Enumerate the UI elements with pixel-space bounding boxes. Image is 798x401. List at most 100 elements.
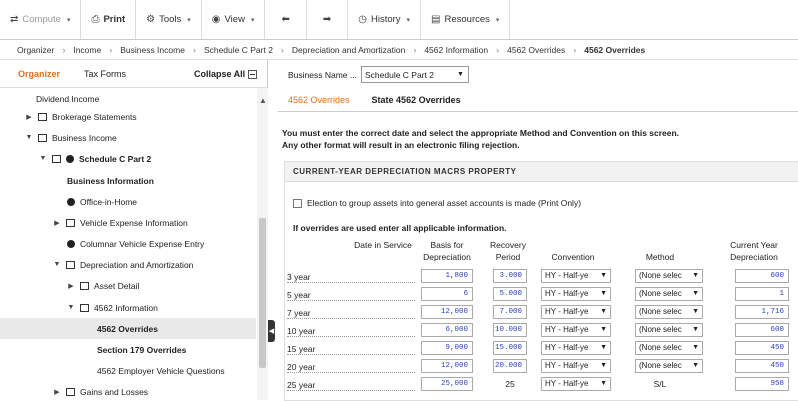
breadcrumb-current: 4562 Overrides <box>584 44 646 55</box>
toolbar: ⇄ Compute ▾ ⎙ Print ⚙ Tools ▾ ◉ View ▾ ⬅ ➡ ◷ His… <box>0 0 798 40</box>
breadcrumb-item[interactable]: Depreciation and Amortization <box>292 45 405 55</box>
basis-input[interactable]: 1,800 <box>421 269 473 283</box>
collapse-all-button[interactable]: Collapse All <box>194 69 258 79</box>
tree-item-4562-overrides[interactable]: 4562 Overrides <box>0 318 256 339</box>
tree-item-vehicle-expense-information[interactable]: ▶ Vehicle Expense Information <box>0 212 256 233</box>
method-select[interactable]: (None selec ▼ <box>635 323 703 337</box>
collapse-sidebar-handle[interactable]: ◀ <box>268 320 275 342</box>
current-depreciation-input[interactable]: 958 <box>735 377 789 391</box>
recovery-input[interactable]: 15.000 <box>493 341 527 355</box>
breadcrumb-item[interactable]: 4562 Overrides <box>507 45 565 55</box>
recovery-input[interactable]: 10.000 <box>493 323 527 337</box>
chevron-right-icon: › <box>109 44 113 55</box>
convention-select[interactable]: HY - Half-ye ▼ <box>541 359 611 373</box>
chevron-down-icon: ▼ <box>600 344 607 351</box>
tree-item-section-179-overrides[interactable]: Section 179 Overrides <box>0 339 256 360</box>
back-button[interactable]: ⬅ <box>265 0 307 39</box>
method-select[interactable]: (None selec ▼ <box>635 359 703 373</box>
chevron-down-icon: ▾ <box>250 16 255 24</box>
convention-select[interactable]: HY - Half-ye ▼ <box>541 377 611 391</box>
view-button[interactable]: ◉ View ▾ <box>202 0 266 39</box>
chevron-down-icon: ▼ <box>600 326 607 333</box>
group-assets-checkbox[interactable] <box>293 198 302 208</box>
convention-select[interactable]: HY - Half-ye ▼ <box>541 341 611 355</box>
depreciation-row: 15 year 9,000 15.000 HY - Half-ye ▼ (None sel… <box>287 341 798 357</box>
tree-item-depreciation-amortization[interactable]: ▼ Depreciation and Amortization <box>0 254 256 275</box>
history-button[interactable]: ◷ History ▾ <box>348 0 422 39</box>
recovery-input[interactable]: 7.000 <box>493 305 527 319</box>
breadcrumb-item[interactable]: Schedule C Part 2 <box>204 45 273 55</box>
tree-item-schedule-c-part-2[interactable]: ▼ Schedule C Part 2 <box>0 148 256 169</box>
recovery-input[interactable]: 5.000 <box>493 287 527 301</box>
tree-item-4562-employer-vehicle[interactable]: 4562 Employer Vehicle Questions <box>0 360 256 381</box>
chevron-up-icon[interactable]: ▲ <box>259 96 267 105</box>
forward-button[interactable]: ➡ <box>307 0 349 39</box>
folder-icon <box>66 218 75 227</box>
tree-item-columnar-vehicle-expense[interactable]: Columnar Vehicle Expense Entry <box>0 233 256 254</box>
group-assets-checkbox-row[interactable]: Election to group assets into general as… <box>293 198 581 208</box>
chevron-down-icon: ▾ <box>495 16 500 24</box>
current-depreciation-input[interactable]: 1,716 <box>735 305 789 319</box>
tree-item-gains-and-losses[interactable]: ▶ Gains and Losses <box>0 381 256 400</box>
convention-select[interactable]: HY - Half-ye ▼ <box>541 287 611 301</box>
current-depreciation-input[interactable]: 450 <box>735 341 789 355</box>
basis-input[interactable]: 12,000 <box>421 359 473 373</box>
folder-icon <box>66 387 75 396</box>
recovery-input[interactable]: 20.000 <box>493 359 527 373</box>
method-select[interactable]: (None selec ▼ <box>635 305 703 319</box>
convention-select[interactable]: HY - Half-ye ▼ <box>541 323 611 337</box>
current-depreciation-input[interactable]: 450 <box>735 359 789 373</box>
chevron-down-icon: ▼ <box>25 134 33 141</box>
chevron-down-icon: ▼ <box>53 261 61 268</box>
recovery-input[interactable]: 3.000 <box>493 269 527 283</box>
col-header-date: Date in Service <box>354 240 412 250</box>
business-name-select[interactable]: Schedule C Part 2 ▼ <box>360 66 469 83</box>
depreciation-row: 7 year 12,000 7.000 HY - Half-ye ▼ (None sele… <box>287 305 798 321</box>
tab-4562-overrides[interactable]: 4562 Overrides <box>288 95 350 105</box>
tree-item-brokerage-statements[interactable]: ▶ Brokerage Statements <box>0 106 256 127</box>
breadcrumb-item[interactable]: 4562 Information <box>424 45 488 55</box>
tree-item-business-income[interactable]: ▼ Business Income <box>0 127 256 148</box>
basis-input[interactable]: 6,000 <box>421 323 473 337</box>
resources-button[interactable]: ▤ Resources ▾ <box>421 0 511 39</box>
current-depreciation-input[interactable]: 600 <box>735 323 789 337</box>
method-select[interactable]: (None selec ▼ <box>635 287 703 301</box>
scrollbar-thumb[interactable] <box>259 218 266 368</box>
col-header-method: Method <box>645 252 675 262</box>
status-dot-icon <box>66 154 74 163</box>
basis-input[interactable]: 12,000 <box>421 305 473 319</box>
folder-icon <box>38 112 47 121</box>
current-depreciation-input[interactable]: 1 <box>735 287 789 301</box>
overrides-note: If overrides are used enter all applicab… <box>293 223 507 233</box>
sidebar-scrollbar[interactable]: ▲ <box>257 88 268 400</box>
chevron-down-icon: ▼ <box>600 362 607 369</box>
convention-select[interactable]: HY - Half-ye ▼ <box>541 305 611 319</box>
breadcrumb-item[interactable]: Income <box>73 45 101 55</box>
tools-button[interactable]: ⚙ Tools ▾ <box>136 0 202 39</box>
tree-item-asset-detail[interactable]: ▶ Asset Detail <box>0 275 256 296</box>
chevron-left-icon: ◀ <box>268 328 275 335</box>
tree-item-office-in-home[interactable]: Office-in-Home <box>0 191 256 212</box>
breadcrumb-item[interactable]: Business Income <box>120 45 185 55</box>
book-icon: ▤ <box>431 14 441 25</box>
current-depreciation-input[interactable]: 600 <box>735 269 789 283</box>
convention-select[interactable]: HY - Half-ye ▼ <box>541 269 611 283</box>
row-label: 25 year <box>287 380 415 391</box>
method-select[interactable]: (None selec ▼ <box>635 269 703 283</box>
tree-item-4562-information[interactable]: ▼ 4562 Information <box>0 297 256 318</box>
basis-input[interactable]: 9,000 <box>421 341 473 355</box>
tab-organizer[interactable]: Organizer <box>18 69 60 79</box>
tab-tax-forms[interactable]: Tax Forms <box>84 69 126 79</box>
basis-input[interactable]: 6 <box>421 287 473 301</box>
status-dot-icon <box>67 197 75 206</box>
tab-state-4562-overrides[interactable]: State 4562 Overrides <box>372 95 461 105</box>
basis-input[interactable]: 25,000 <box>421 377 473 391</box>
compute-button[interactable]: ⇄ Compute ▾ <box>0 0 82 39</box>
warning-message: You must enter the correct date and sele… <box>282 128 680 150</box>
method-select[interactable]: (None selec ▼ <box>635 341 703 355</box>
row-label: 15 year <box>287 344 415 355</box>
row-label: 3 year <box>287 272 415 283</box>
tree-item-business-information[interactable]: Business Information <box>0 170 256 191</box>
print-button[interactable]: ⎙ Print <box>81 0 137 39</box>
breadcrumb-item[interactable]: Organizer <box>17 45 54 55</box>
